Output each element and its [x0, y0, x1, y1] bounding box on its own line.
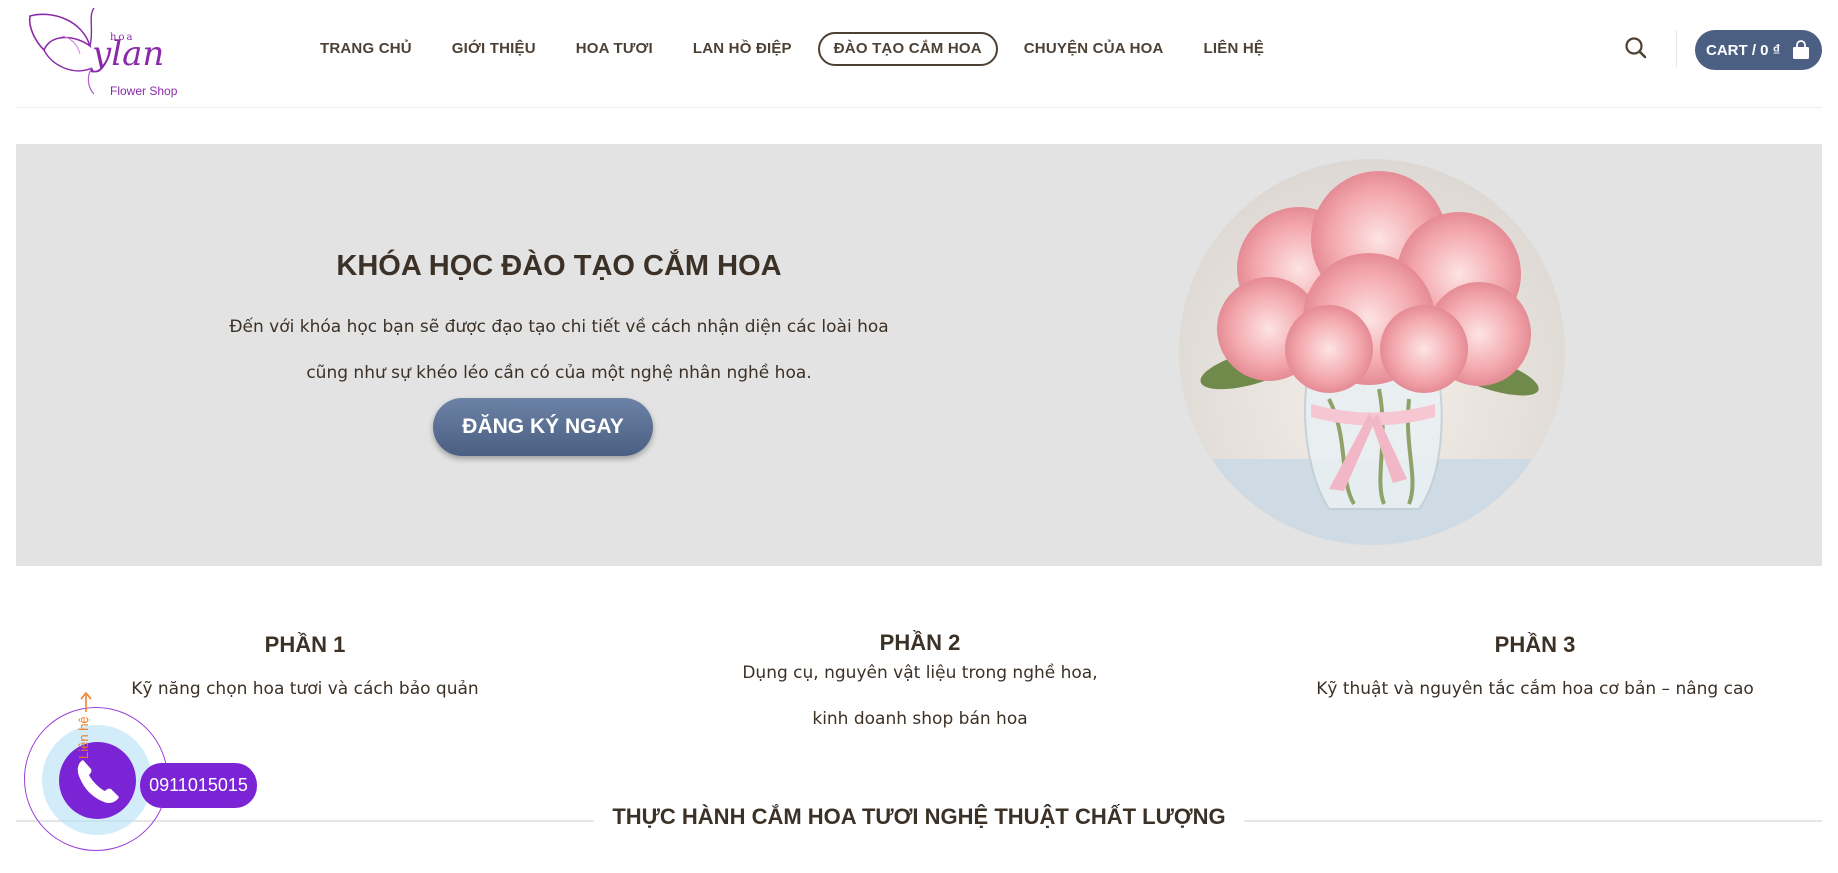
part-3-text: Kỹ thuật và nguyên tắc cắm hoa cơ bản – …	[1316, 679, 1754, 699]
part-1-text: Kỹ năng chọn hoa tươi và cách bảo quản	[131, 679, 479, 699]
search-icon	[1625, 37, 1647, 59]
call-button[interactable]	[59, 742, 136, 819]
hero-description-line-1: Đến với khóa học bạn sẽ được đạo tạo chi…	[229, 317, 889, 337]
hero-description: Đến với khóa học bạn sẽ được đạo tạo chi…	[16, 304, 1102, 396]
header-divider	[1676, 30, 1677, 68]
nav-item-2[interactable]: GIỚI THIỆU	[432, 32, 556, 66]
logo-sub-text: Flower Shop	[110, 84, 178, 98]
nav-item-6[interactable]: CHUYỆN CỦA HOA	[1004, 32, 1184, 66]
contact-label: Liên hệ	[76, 716, 91, 760]
site-header: hoa ylan Flower Shop TRANG CHỦ GIỚI THIỆU…	[0, 0, 1838, 108]
cart-label: CART / 0 ₫	[1706, 41, 1781, 59]
header-divider-line	[16, 107, 1822, 108]
main-nav: TRANG CHỦ GIỚI THIỆU HOA TƯƠI LAN HỒ ĐIỆP ĐÀ…	[300, 28, 1284, 70]
hero-description-line-2: cũng như sự khéo léo cần có của một nghệ…	[306, 363, 812, 383]
part-2: PHẦN 2 Dụng cụ, nguyên vật liệu trong ng…	[670, 630, 1170, 742]
nav-item-3[interactable]: HOA TƯƠI	[556, 32, 673, 66]
logo-main-text: ylan	[92, 34, 165, 74]
cart-button[interactable]: CART / 0 ₫	[1695, 30, 1822, 70]
hero-title: KHÓA HỌC ĐÀO TẠO CẮM HOA	[336, 250, 782, 282]
part-1: PHẦN 1 Kỹ năng chọn hoa tươi và cách bảo…	[60, 632, 550, 712]
logo[interactable]: hoa ylan Flower Shop	[22, 6, 182, 102]
nav-item-1[interactable]: TRANG CHỦ	[300, 32, 432, 66]
part-1-title: PHẦN 1	[264, 632, 346, 657]
part-2-text-line-1: Dụng cụ, nguyên vật liệu trong nghề hoa,	[742, 663, 1098, 683]
search-button[interactable]	[1622, 34, 1650, 62]
nav-item-7[interactable]: LIÊN HỆ	[1184, 32, 1285, 66]
register-now-button[interactable]: ĐĂNG KÝ NGAY	[433, 398, 653, 456]
phone-icon	[77, 760, 119, 804]
nav-item-4[interactable]: LAN HỒ ĐIỆP	[673, 32, 812, 66]
section-divider-right	[1244, 820, 1822, 822]
part-3: PHẦN 3 Kỹ thuật và nguyên tắc cắm hoa cơ…	[1280, 632, 1790, 712]
nav-item-5[interactable]: ĐÀO TẠO CẮM HOA	[817, 32, 998, 66]
part-2-text-line-2: kinh doanh shop bán hoa	[812, 709, 1028, 729]
hero-banner: KHÓA HỌC ĐÀO TẠO CẮM HOA Đến với khóa họ…	[16, 144, 1822, 566]
part-3-title: PHẦN 3	[1494, 632, 1576, 657]
contact-phone-number[interactable]: 0911015015	[140, 763, 257, 808]
arrow-up-icon	[80, 692, 92, 712]
flower-vase-image	[1179, 159, 1565, 545]
shopping-bag-icon	[1793, 40, 1809, 59]
section-title: THỰC HÀNH CẮM HOA TƯƠI NGHỆ THUẬT CHẤT L…	[612, 804, 1226, 829]
